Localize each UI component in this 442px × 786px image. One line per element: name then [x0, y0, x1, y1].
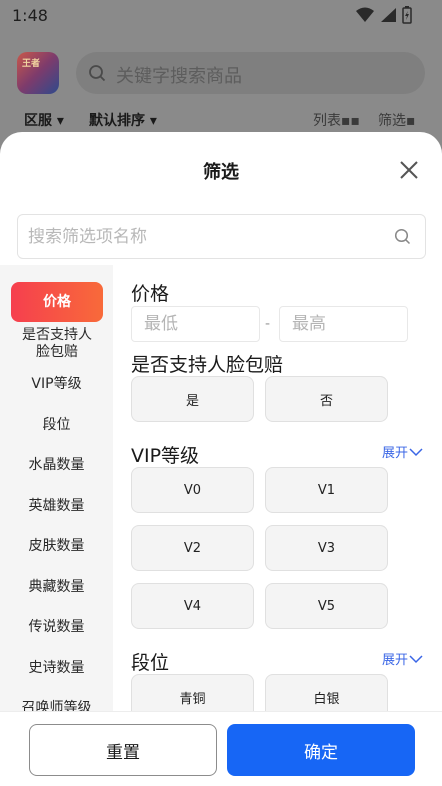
background-filter-row: 区服 ▾ 默认排序 ▾ 列表▪▪ 筛选▪: [0, 110, 442, 134]
price-min-field: [131, 306, 260, 342]
region-filter[interactable]: 区服 ▾: [24, 110, 64, 130]
nav-item-price[interactable]: 价格: [11, 282, 103, 322]
chevron-down-icon: [409, 654, 423, 663]
price-max-field: [279, 306, 408, 342]
close-icon[interactable]: [398, 159, 420, 181]
grid-icon: ▪▪: [341, 113, 360, 129]
section-title-price: 价格: [131, 283, 170, 305]
option-vip-5[interactable]: V5: [265, 583, 388, 629]
rank-expand-link[interactable]: 展开: [382, 649, 423, 668]
option-vip-0[interactable]: V0: [131, 467, 254, 513]
sort-filter-label: 默认排序: [89, 113, 145, 129]
search-icon[interactable]: [394, 228, 411, 245]
list-view-toggle[interactable]: 列表▪▪: [313, 110, 360, 130]
game-icon-text: 王者: [22, 59, 41, 69]
nav-item-face-compensation[interactable]: 是否支持人脸包赔: [16, 327, 98, 361]
option-face-yes[interactable]: 是: [131, 376, 254, 422]
filter-category-nav: 价格 是否支持人脸包赔 VIP等级 段位 水晶数量 英雄数量 皮肤数量 典藏数量…: [0, 265, 113, 711]
background-search-bar[interactable]: 关键字搜索商品: [76, 52, 425, 94]
status-bar: 1:48: [0, 0, 442, 32]
option-face-no[interactable]: 否: [265, 376, 388, 422]
filter-content: 价格 - 是否支持人脸包赔 是 否 VIP等级 展开 段位 展开 V0V1V2V…: [113, 265, 442, 711]
price-min-input[interactable]: [132, 307, 259, 341]
list-view-label: 列表: [313, 113, 341, 129]
confirm-button[interactable]: 确定: [227, 724, 415, 776]
price-separator: -: [265, 316, 271, 332]
nav-item-vip-level[interactable]: VIP等级: [0, 376, 113, 393]
option-vip-3[interactable]: V3: [265, 525, 388, 571]
filter-search-box: [17, 214, 426, 259]
grid-icon: ▪: [406, 113, 416, 129]
wifi-icon: [356, 7, 374, 22]
filter-search-input[interactable]: [28, 215, 388, 258]
nav-item-epic-count[interactable]: 史诗数量: [0, 660, 113, 677]
caret-down-icon: ▾: [56, 113, 64, 129]
background-search-placeholder: 关键字搜索商品: [116, 66, 242, 87]
section-title-rank: 段位: [131, 652, 170, 674]
nav-item-legend-count[interactable]: 传说数量: [0, 619, 113, 636]
nav-item-collection-count[interactable]: 典藏数量: [0, 579, 113, 596]
status-time: 1:48: [12, 6, 48, 25]
filter-toggle[interactable]: 筛选▪: [378, 110, 416, 130]
signal-icon: [381, 8, 396, 22]
status-icons: [356, 6, 412, 24]
nav-item-rank[interactable]: 段位: [0, 417, 113, 434]
option-vip-4[interactable]: V4: [131, 583, 254, 629]
nav-item-summoner-level[interactable]: 召唤师等级: [0, 700, 113, 711]
filter-toggle-label: 筛选: [378, 113, 406, 129]
chevron-down-icon: [409, 447, 423, 456]
caret-down-icon: ▾: [149, 113, 157, 129]
nav-item-hero-count[interactable]: 英雄数量: [0, 498, 113, 515]
option-rank-1[interactable]: 白银: [265, 674, 388, 711]
game-icon[interactable]: 王者: [17, 52, 59, 94]
sort-filter[interactable]: 默认排序 ▾: [89, 110, 157, 130]
nav-item-skin-count[interactable]: 皮肤数量: [0, 538, 113, 555]
vip-expand-label: 展开: [382, 446, 409, 461]
search-icon: [89, 65, 106, 82]
section-title-vip-level: VIP等级: [131, 445, 200, 467]
option-vip-2[interactable]: V2: [131, 525, 254, 571]
section-title-face-compensation: 是否支持人脸包赔: [131, 354, 284, 376]
price-max-input[interactable]: [280, 307, 407, 341]
filter-sheet: 筛选 价格 是否支持人脸包赔 VIP等级 段位 水晶数量 英雄数量 皮肤数量 典…: [0, 132, 442, 786]
battery-icon: [402, 6, 412, 24]
filter-footer: 重置 确定: [0, 711, 442, 786]
option-vip-1[interactable]: V1: [265, 467, 388, 513]
vip-expand-link[interactable]: 展开: [382, 442, 423, 461]
rank-expand-label: 展开: [382, 653, 409, 668]
nav-item-crystal-count[interactable]: 水晶数量: [0, 457, 113, 474]
sheet-title: 筛选: [203, 162, 239, 183]
region-filter-label: 区服: [24, 113, 52, 129]
option-rank-0[interactable]: 青铜: [131, 674, 254, 711]
reset-button[interactable]: 重置: [29, 724, 217, 776]
